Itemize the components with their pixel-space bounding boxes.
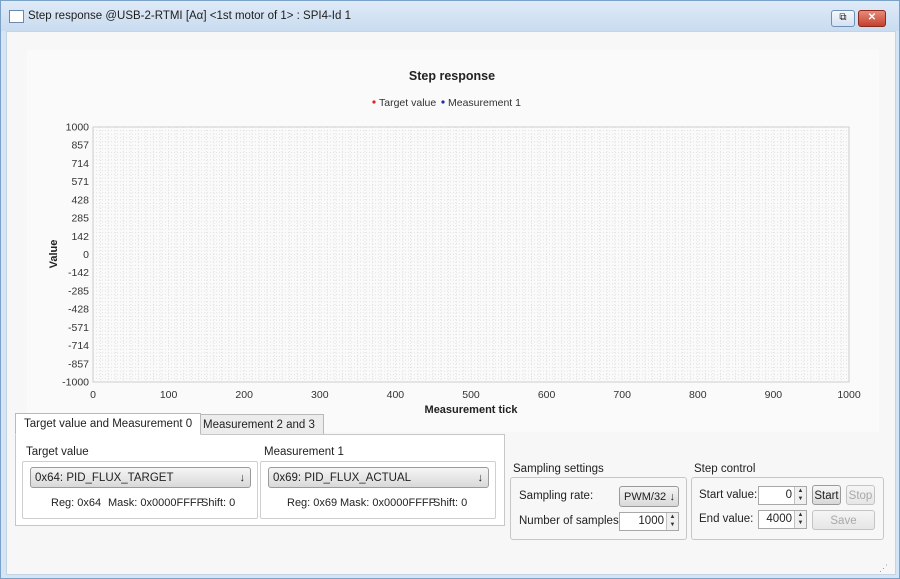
sampling-settings-box: Sampling rate: PWM/32 ↓ Number of sample…: [510, 477, 687, 540]
x-tick-label: 100: [160, 389, 178, 401]
dropdown-arrow-icon: ↓: [477, 472, 484, 484]
start-value-spinbox[interactable]: 0 ▲ ▼: [758, 486, 807, 505]
restore-icon: ⧉: [839, 12, 847, 23]
x-tick-label: 900: [765, 389, 783, 401]
tab-content: Target value 0x64: PID_FLUX_TARGET ↓ Reg…: [15, 434, 505, 526]
y-tick-label: -285: [68, 285, 89, 297]
y-tick-label: -714: [68, 340, 89, 352]
legend-marker-target: [372, 100, 376, 104]
x-tick-label: 0: [90, 389, 96, 401]
chart-panel: 1000 857 714 571 428 285 142 0 -142 -285 -428 -571-…: [27, 50, 879, 432]
chart-title: Step response: [409, 69, 495, 83]
y-tick-label: 1000: [66, 122, 90, 134]
samples-spinbox[interactable]: 1000 ▲ ▼: [619, 512, 679, 531]
target-reg: Reg: 0x64: [51, 497, 102, 509]
samples-label: Number of samples:: [519, 515, 622, 527]
measurement-group-label: Measurement 1: [264, 446, 344, 458]
sampling-rate-select[interactable]: PWM/32 ↓: [619, 486, 679, 507]
step-response-chart: 10008577145714282851420-142-285-428-571-…: [48, 69, 861, 416]
step-control-box: Start value: 0 ▲ ▼ Start Stop End value: …: [691, 477, 884, 540]
legend-label-target: Target value: [379, 97, 436, 109]
restore-button[interactable]: ⧉: [831, 10, 855, 27]
sampling-rate-value: PWM/32: [624, 491, 667, 503]
end-value-label: End value:: [699, 513, 754, 525]
x-tick-label: 600: [538, 389, 556, 401]
x-tick-label: 800: [689, 389, 707, 401]
target-register-value: 0x64: PID_FLUX_TARGET: [35, 472, 174, 484]
end-value-spinbox[interactable]: 4000 ▲ ▼: [758, 510, 807, 529]
start-value-label: Start value:: [699, 489, 758, 501]
target-shift: Shift: 0: [201, 497, 236, 509]
start-button[interactable]: Start: [812, 485, 841, 505]
step-response-window: Step response @USB-2-RTMI [Aα] <1st moto…: [0, 0, 900, 579]
y-tick-label: 857: [71, 140, 89, 152]
y-tick-label: -571: [68, 322, 89, 334]
x-tick-label: 200: [235, 389, 253, 401]
measurement-register-value: 0x69: PID_FLUX_ACTUAL: [273, 472, 412, 484]
measurement-reg: Reg: 0x69: [287, 497, 338, 509]
spin-arrows-icon[interactable]: ▲ ▼: [794, 487, 806, 504]
save-button[interactable]: Save: [812, 510, 875, 530]
sampling-rate-label: Sampling rate:: [519, 490, 594, 502]
close-icon: ✕: [867, 12, 877, 23]
target-group-label: Target value: [26, 446, 89, 458]
measurement-register-select[interactable]: 0x69: PID_FLUX_ACTUAL ↓: [268, 467, 489, 488]
y-axis-label: Value: [48, 240, 60, 269]
y-tick-label: 714: [71, 158, 89, 170]
target-mask: Mask: 0x0000FFFF: [108, 497, 204, 509]
y-tick-label: 0: [83, 249, 89, 261]
target-register-select[interactable]: 0x64: PID_FLUX_TARGET ↓: [30, 467, 251, 488]
dropdown-arrow-icon: ↓: [239, 472, 246, 484]
x-tick-label: 700: [613, 389, 631, 401]
target-panel: 0x64: PID_FLUX_TARGET ↓ Reg: 0x64 Mask: …: [22, 461, 258, 519]
chart-window-icon: [9, 10, 24, 23]
stop-button[interactable]: Stop: [846, 485, 875, 505]
y-tick-label: -857: [68, 358, 89, 370]
spin-arrows-icon[interactable]: ▲ ▼: [666, 513, 678, 530]
window-title: Step response @USB-2-RTMI [Aα] <1st moto…: [28, 10, 351, 22]
sampling-group-label: Sampling settings: [513, 463, 604, 475]
y-tick-label: 142: [71, 231, 89, 243]
measurement-mask: Mask: 0x0000FFFF: [340, 497, 436, 509]
title-bar[interactable]: Step response @USB-2-RTMI [Aα] <1st moto…: [1, 1, 899, 31]
x-tick-label: 500: [462, 389, 480, 401]
measurement-panel: 0x69: PID_FLUX_ACTUAL ↓ Reg: 0x69 Mask: …: [260, 461, 496, 519]
y-tick-label: 571: [71, 176, 89, 188]
y-tick-label: 428: [71, 194, 89, 206]
samples-value: 1000: [638, 515, 664, 527]
step-group-label: Step control: [694, 463, 756, 475]
measurement-shift: Shift: 0: [433, 497, 468, 509]
resize-grip-icon[interactable]: ⋰: [879, 563, 888, 574]
y-tick-label: 285: [71, 213, 89, 225]
tab-target-and-measurement-0[interactable]: Target value and Measurement 0: [15, 413, 202, 435]
y-tick-label: -1000: [62, 377, 89, 389]
x-tick-label: 300: [311, 389, 329, 401]
start-value: 0: [785, 489, 792, 501]
close-button[interactable]: ✕: [858, 10, 886, 27]
x-tick-label: 1000: [837, 389, 861, 401]
y-tick-label: -142: [68, 267, 89, 279]
end-value: 4000: [766, 513, 792, 525]
tab-measurement-2-and-3[interactable]: Measurement 2 and 3: [194, 414, 324, 435]
y-tick-label: -428: [68, 304, 89, 316]
dropdown-arrow-icon: ↓: [669, 491, 676, 503]
legend-marker-measurement: [441, 100, 445, 104]
spin-arrows-icon[interactable]: ▲ ▼: [794, 511, 806, 528]
x-axis-label: Measurement tick: [425, 404, 519, 416]
legend-label-measurement: Measurement 1: [448, 97, 521, 109]
x-tick-label: 400: [387, 389, 405, 401]
